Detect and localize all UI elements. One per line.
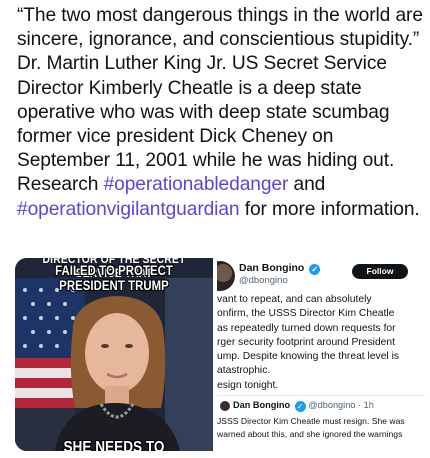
meme-image[interactable]: DIRECTOR OF THE SECRET SERVICE THAT FAIL… (15, 258, 213, 451)
tweet-line: atastrophic. (217, 365, 271, 377)
meme-headline: FAILED TO PROTECT PRESIDENT TRUMP (55, 263, 173, 293)
post-text-lead: “The two most dangerous things in the wo… (17, 5, 423, 196)
quote-line: warned about this, and she ignored the w… (217, 428, 403, 439)
post-text: “The two most dangerous things in the wo… (17, 4, 427, 222)
hashtag-operationabledanger[interactable]: #operationabledanger (104, 174, 289, 195)
quote-header: Dan Bongino ✓ @dbongino · 1h (233, 400, 374, 412)
meme-bottom-caption: SHE NEEDS TO (63, 439, 165, 451)
follow-button[interactable]: Follow (352, 264, 408, 279)
tweet-body: vant to repeat, and can absolutely onfir… (217, 293, 425, 393)
post-text-tail: for more information. (239, 198, 420, 220)
tweet-line: rger security footprint around President (217, 336, 395, 348)
quote-avatar (220, 401, 230, 411)
tweet-line: ump. Despite knowing the threat level is (217, 351, 400, 363)
quote-body: JSSS Director Kim Cheatle must resign. S… (217, 415, 425, 440)
tweet-header: Dan Bongino ✓ @dbongino Follow (217, 258, 425, 292)
divider (217, 395, 425, 396)
tweet-line: esign tonight. (217, 379, 279, 391)
quote-line: JSSS Director Kim Cheatle must resign. S… (217, 416, 405, 426)
avatar (217, 261, 235, 291)
tweet-author-name: Dan Bongino ✓ (239, 262, 321, 275)
post-text-connector: and (288, 174, 326, 196)
tweet-line: vant to repeat, and can absolutely (217, 294, 372, 305)
quote-author-handle: @dbongino (308, 400, 356, 410)
tweet-line: as repeatedly turned down requests for (217, 322, 396, 334)
tweet-screenshot[interactable]: Dan Bongino ✓ @dbongino Follow vant to r… (217, 258, 425, 451)
hashtag-operationvigilantguardian[interactable]: #operationvigilantguardian (17, 199, 240, 220)
verified-badge-icon: ✓ (309, 264, 321, 275)
media-grid: DIRECTOR OF THE SECRET SERVICE THAT FAIL… (15, 258, 425, 451)
tweet-author-name-text: Dan Bongino (239, 262, 305, 274)
verified-badge-icon: ✓ (294, 401, 306, 412)
tweet-author-handle: @dbongino (239, 275, 288, 286)
quote-timestamp: · 1h (358, 400, 374, 410)
quote-author-name: Dan Bongino (233, 400, 291, 410)
tweet-line: onfirm, the USSS Director Kim Cheatle (217, 308, 395, 320)
